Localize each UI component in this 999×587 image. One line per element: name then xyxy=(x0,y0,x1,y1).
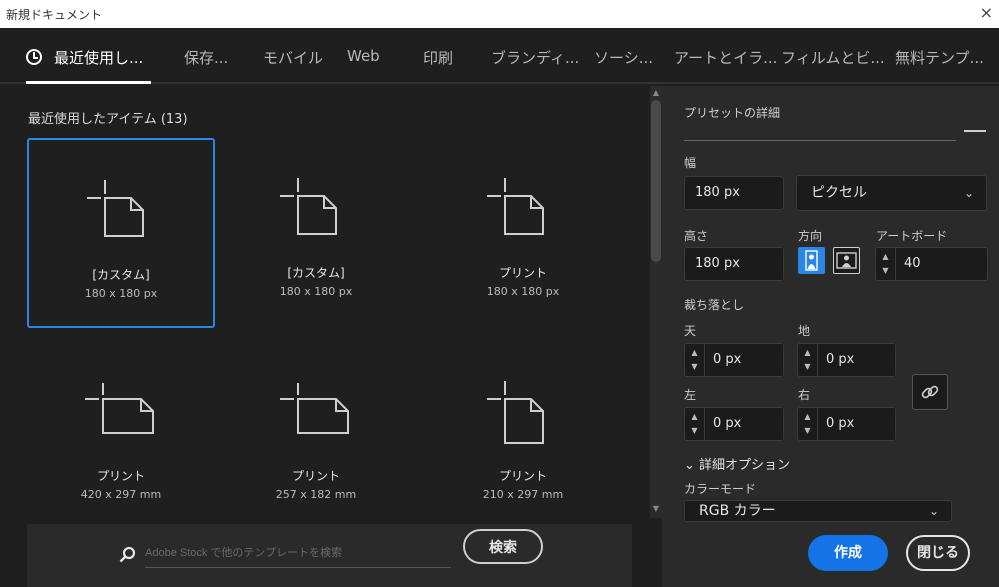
preset-size: 180 x 180 px xyxy=(486,285,560,298)
preset-size: 180 x 180 px xyxy=(84,287,158,300)
document-icon xyxy=(487,178,544,235)
preset-size: 420 x 297 mm xyxy=(80,488,162,501)
bleed-right-label: 右 xyxy=(798,388,811,402)
link-bleed-button[interactable] xyxy=(912,374,948,410)
search-icon xyxy=(119,546,136,563)
unit-select[interactable]: ピクセル ⌄ xyxy=(796,175,987,211)
scroll-down-icon[interactable]: ▼ xyxy=(650,504,662,516)
preset-details-title: プリセットの詳細 xyxy=(684,106,781,120)
height-field[interactable]: 180 px xyxy=(684,247,784,281)
stepper-arrows-icon[interactable]: ▲ ▼ xyxy=(685,408,705,440)
tab-saved[interactable]: 保存... xyxy=(184,47,228,68)
chevron-down-icon: ⌄ xyxy=(963,186,974,200)
preset-tile[interactable]: [カスタム] 180 x 180 px xyxy=(222,138,410,328)
preset-size: 180 x 180 px xyxy=(279,285,353,298)
bleed-top-value: 0 px xyxy=(713,352,742,367)
bleed-left-stepper[interactable]: ▲ ▼ 0 px xyxy=(684,407,784,441)
artboard-label: アートボード xyxy=(876,229,948,243)
close-button[interactable]: 閉じる xyxy=(906,535,970,571)
bleed-left-value: 0 px xyxy=(713,416,742,431)
stock-search-input[interactable] xyxy=(145,538,451,568)
height-label: 高さ xyxy=(684,229,709,243)
preset-name-input-line[interactable] xyxy=(684,140,956,141)
preset-tile[interactable]: プリント 180 x 180 px xyxy=(429,138,617,328)
document-icon xyxy=(280,178,337,235)
recent-items-panel: 最近使用したアイテム (13) [カスタム] 180 x 180 px [カスタ… xyxy=(0,86,662,587)
advanced-options-toggle[interactable]: ⌄ 詳細オプション xyxy=(684,454,790,473)
tab-free-templates[interactable]: 無料テンプ... xyxy=(895,47,984,68)
tab-social[interactable]: ソーシ... xyxy=(594,47,653,68)
window-title: 新規ドキュメント xyxy=(6,8,103,22)
tab-recent[interactable]: 最近使用し... xyxy=(26,47,143,68)
preset-name: [カスタム] xyxy=(287,266,345,280)
width-label: 幅 xyxy=(684,156,697,170)
artboard-value: 40 xyxy=(904,256,921,271)
document-icon xyxy=(487,381,544,444)
bleed-top-label: 天 xyxy=(684,324,697,338)
preset-name: プリント xyxy=(498,469,547,483)
preset-tile[interactable]: プリント 257 x 182 mm xyxy=(222,341,410,531)
create-button[interactable]: 作成 xyxy=(808,535,888,571)
tab-branding[interactable]: ブランディ... xyxy=(491,47,579,68)
stepper-arrows-icon[interactable]: ▲ ▼ xyxy=(876,248,896,280)
tab-art-illustration[interactable]: アートとイラ... xyxy=(674,47,777,68)
unit-select-value: ピクセル xyxy=(811,185,867,201)
width-field[interactable]: 180 px xyxy=(684,176,784,210)
stepper-arrows-icon[interactable]: ▲ ▼ xyxy=(798,344,818,376)
stepper-arrows-icon[interactable]: ▲ ▼ xyxy=(798,408,818,440)
recent-items-title: 最近使用したアイテム (13) xyxy=(28,112,188,127)
document-landscape-icon xyxy=(280,383,349,434)
save-preset-icon[interactable] xyxy=(964,130,986,132)
color-mode-label: カラーモード xyxy=(684,482,757,496)
scrollbar-thumb[interactable] xyxy=(651,100,661,262)
landscape-person-icon xyxy=(836,252,857,269)
portrait-person-icon xyxy=(805,250,818,271)
bleed-bottom-value: 0 px xyxy=(826,352,855,367)
stock-search-bar: 検索 xyxy=(27,524,632,587)
preset-name: プリント xyxy=(291,469,340,483)
preset-name: [カスタム] xyxy=(92,268,150,282)
category-tabs: 最近使用し... 保存... モバイル Web 印刷 ブランディ... ソーシ.… xyxy=(0,28,999,84)
scroll-up-icon[interactable]: ▲ xyxy=(650,88,662,100)
bleed-top-stepper[interactable]: ▲ ▼ 0 px xyxy=(684,343,784,377)
document-landscape-icon xyxy=(85,383,154,434)
portrait-orientation-button[interactable] xyxy=(798,247,825,274)
preset-tile[interactable]: [カスタム] 180 x 180 px xyxy=(27,138,215,328)
preset-name: プリント xyxy=(96,469,145,483)
advanced-options-label: 詳細オプション xyxy=(699,458,791,473)
search-button[interactable]: 検索 xyxy=(463,529,543,564)
artboard-stepper[interactable]: ▲ ▼ 40 xyxy=(875,247,988,281)
window-close-button[interactable]: × xyxy=(980,3,993,22)
bleed-right-stepper[interactable]: ▲ ▼ 0 px xyxy=(797,407,896,441)
tab-film-video[interactable]: フィルムとビ... xyxy=(781,47,885,68)
orientation-label: 方向 xyxy=(798,229,823,243)
bleed-left-label: 左 xyxy=(684,388,697,402)
link-icon xyxy=(921,385,939,399)
clock-icon xyxy=(26,49,42,65)
color-mode-value: RGB カラー xyxy=(699,503,776,519)
preset-size: 257 x 182 mm xyxy=(275,488,357,501)
tab-recent-label: 最近使用し... xyxy=(54,49,144,67)
preset-size: 210 x 297 mm xyxy=(482,488,564,501)
bleed-bottom-stepper[interactable]: ▲ ▼ 0 px xyxy=(797,343,896,377)
preset-tile[interactable]: プリント 210 x 297 mm xyxy=(429,341,617,531)
tab-web[interactable]: Web xyxy=(347,47,380,65)
stepper-arrows-icon[interactable]: ▲ ▼ xyxy=(685,344,705,376)
chevron-down-icon: ⌄ xyxy=(684,458,700,473)
preset-tile[interactable]: プリント 420 x 297 mm xyxy=(27,341,215,531)
tab-print[interactable]: 印刷 xyxy=(423,47,453,68)
preset-details-panel: プリセットの詳細 幅 180 px ピクセル ⌄ 高さ 方向 アートボード 18… xyxy=(662,86,999,587)
bleed-right-value: 0 px xyxy=(826,416,855,431)
landscape-orientation-button[interactable] xyxy=(833,247,860,274)
bleed-bottom-label: 地 xyxy=(798,324,811,338)
title-bar: 新規ドキュメント × xyxy=(0,0,999,28)
document-icon xyxy=(87,180,144,237)
color-mode-select[interactable]: RGB カラー ⌄ xyxy=(684,500,952,522)
active-tab-indicator xyxy=(26,81,151,84)
chevron-down-icon: ⌄ xyxy=(928,504,939,518)
bleed-label: 裁ち落とし xyxy=(684,298,745,312)
tab-mobile[interactable]: モバイル xyxy=(263,47,323,68)
preset-name: プリント xyxy=(498,266,547,280)
